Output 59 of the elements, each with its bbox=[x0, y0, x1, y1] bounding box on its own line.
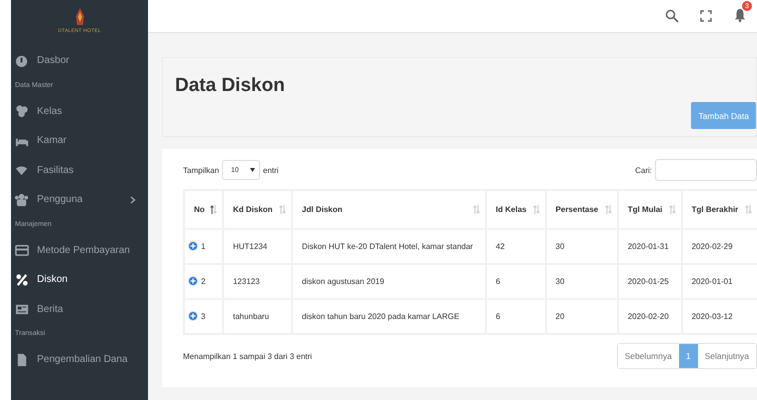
table-cell: diskon tahun baru 2020 pada kamar LARGE bbox=[292, 300, 485, 333]
newspaper-icon bbox=[15, 302, 29, 316]
entries-info: Menampilkan 1 sampai 3 dari 3 entri bbox=[183, 352, 312, 360]
column-header[interactable]: Tgl Mulai bbox=[618, 191, 681, 228]
table-cell: 2020-01-31 bbox=[618, 230, 681, 263]
column-header[interactable]: Persentase bbox=[546, 191, 617, 228]
sidebar-item[interactable]: Diskon bbox=[11, 265, 148, 294]
table-cell: 30 bbox=[546, 230, 617, 263]
search-icon[interactable] bbox=[665, 9, 679, 23]
column-header[interactable]: Jdl Diskon bbox=[292, 191, 485, 228]
table-cell: 2020-02-20 bbox=[618, 300, 681, 333]
file-icon bbox=[15, 352, 29, 367]
fullscreen-icon[interactable] bbox=[699, 9, 713, 23]
credit-card-icon bbox=[15, 243, 29, 258]
search-field[interactable] bbox=[655, 159, 757, 181]
percent-icon bbox=[15, 272, 29, 287]
table-cell: 2 bbox=[185, 265, 222, 298]
column-header[interactable]: Tgl Berakhir bbox=[682, 191, 757, 228]
table-cell: 3 bbox=[185, 300, 222, 333]
sidebar-item[interactable]: Pengembalian Dana bbox=[11, 345, 148, 374]
table-cell: HUT1234 bbox=[224, 230, 291, 263]
table-cell: 42 bbox=[486, 230, 545, 263]
table-cell: 1 bbox=[185, 230, 222, 263]
circles-icon bbox=[15, 104, 29, 118]
logo-icon bbox=[74, 8, 84, 28]
table-cell: 6 bbox=[486, 265, 545, 298]
sidebar-item[interactable]: Kamar bbox=[11, 126, 148, 156]
expand-icon[interactable] bbox=[188, 311, 198, 321]
bell-icon[interactable] bbox=[733, 8, 747, 22]
sidebar-item[interactable]: Dasbor bbox=[11, 46, 148, 76]
sidebar-item[interactable]: Fasilitas bbox=[11, 156, 148, 185]
column-header[interactable]: No bbox=[185, 191, 222, 228]
users-icon bbox=[15, 192, 29, 207]
table-cell: 6 bbox=[486, 300, 545, 333]
table-cell: 20 bbox=[546, 300, 617, 333]
table-cell: Diskon HUT ke-20 DTalent Hotel, kamar standar bbox=[292, 230, 485, 263]
sidebar-item[interactable]: Kelas bbox=[11, 96, 148, 126]
sidebar-item[interactable]: Metode Pembayaran bbox=[11, 236, 148, 265]
table-cell: tahunbaru bbox=[224, 300, 291, 333]
table-cell: 2020-03-12 bbox=[682, 300, 757, 333]
caret-icon bbox=[250, 168, 256, 172]
table-cell: 2020-02-29 bbox=[682, 230, 757, 263]
table-cell: 2020-01-01 bbox=[682, 265, 757, 298]
sidebar-item[interactable]: Pengguna bbox=[11, 185, 148, 214]
page-title: Data Diskon bbox=[175, 75, 286, 97]
expand-icon[interactable] bbox=[188, 276, 198, 286]
entries-label: entri bbox=[263, 166, 279, 174]
table-cell: 30 bbox=[546, 265, 617, 298]
table-cell: diskon agustusan 2019 bbox=[292, 265, 485, 298]
sidebar-item[interactable]: Berita bbox=[11, 294, 148, 324]
gauge-icon bbox=[15, 54, 29, 68]
column-header[interactable]: Kd Diskon bbox=[224, 191, 291, 228]
show-label: Tampilkan bbox=[183, 166, 220, 174]
search-label: Cari: bbox=[635, 166, 652, 174]
table-cell: 2020-01-25 bbox=[618, 265, 681, 298]
expand-icon[interactable] bbox=[188, 241, 198, 251]
column-header[interactable]: Id Kelas bbox=[486, 191, 545, 228]
table-cell: 123123 bbox=[224, 265, 291, 298]
sort-icon[interactable] bbox=[210, 205, 217, 214]
